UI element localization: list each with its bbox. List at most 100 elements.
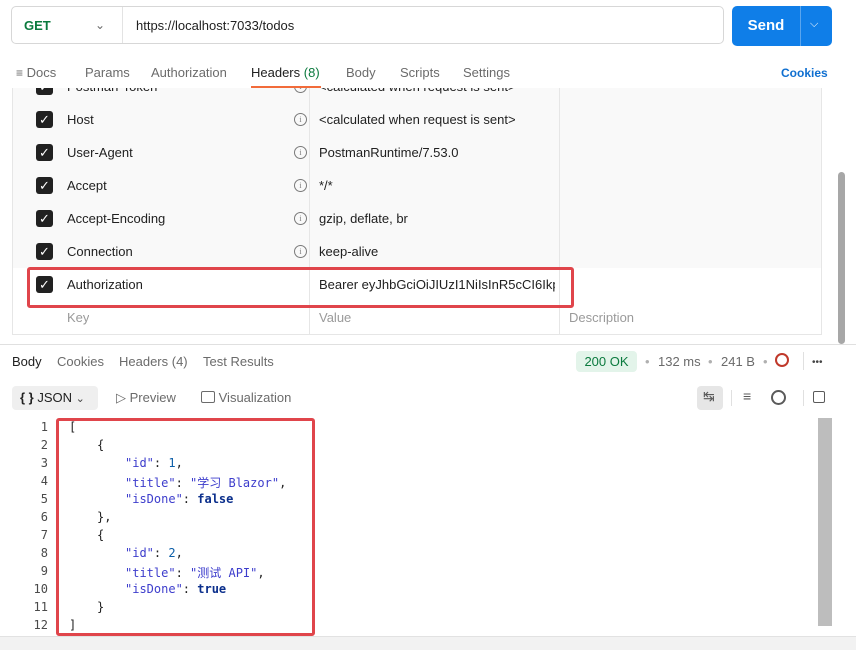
info-icon[interactable]: i (294, 212, 307, 225)
info-icon[interactable]: i (294, 245, 307, 258)
separator-dot: • (708, 354, 713, 369)
line-number: 2 (40, 438, 48, 452)
visualization-label: Visualization (218, 390, 292, 405)
send-button[interactable]: Send ⌵ (732, 6, 832, 46)
braces-icon: { } (20, 390, 34, 405)
send-divider (800, 6, 801, 46)
format-label: JSON (37, 390, 73, 405)
more-options-icon[interactable]: ••• (812, 357, 823, 368)
checkbox[interactable]: ✓ (36, 88, 53, 95)
info-icon[interactable]: i (294, 179, 307, 192)
format-select[interactable]: { } JSON ⌄ (12, 386, 98, 410)
header-key[interactable]: Accept-Encoding (67, 202, 165, 235)
table-row: ✓ User-Agent i PostmanRuntime/7.53.0 (13, 136, 821, 170)
highlight-box (56, 418, 315, 636)
checkbox[interactable]: ✓ (36, 210, 53, 227)
divider (803, 352, 804, 370)
header-value[interactable]: gzip, deflate, br (319, 202, 408, 235)
docs-icon: ≡ (16, 66, 24, 80)
header-key[interactable]: Host (67, 103, 94, 136)
play-icon: ▷ (116, 390, 126, 405)
url-input[interactable]: https://localhost:7033/todos (136, 18, 294, 33)
header-value[interactable]: */* (319, 169, 333, 202)
checkbox[interactable]: ✓ (36, 243, 53, 260)
header-key[interactable]: Accept (67, 169, 107, 202)
tab-authorization[interactable]: Authorization (151, 65, 227, 80)
tab-settings[interactable]: Settings (463, 65, 510, 80)
header-key[interactable]: User-Agent (67, 136, 133, 169)
search-icon[interactable] (771, 390, 786, 405)
description-placeholder[interactable]: Description (569, 301, 634, 334)
tab-response-cookies[interactable]: Cookies (57, 354, 104, 369)
table-row: ✓ Accept-Encoding i gzip, deflate, br (13, 202, 821, 236)
method-label: GET (24, 17, 51, 33)
wrap-icon: ↹ (703, 388, 715, 404)
tab-headers[interactable]: Headers (8) (251, 65, 320, 80)
filter-icon[interactable]: ≡ (743, 388, 751, 404)
globe-icon[interactable] (775, 353, 789, 367)
line-number: 3 (40, 456, 48, 470)
tab-headers-label: Headers (251, 65, 301, 80)
info-icon[interactable]: i (294, 88, 307, 93)
send-label: Send (747, 17, 785, 34)
wrap-lines-button[interactable]: ↹ (697, 386, 723, 410)
chevron-down-icon: ⌄ (95, 18, 106, 32)
scrollbar[interactable] (838, 172, 845, 344)
header-value[interactable]: <calculated when request is sent> (319, 88, 516, 103)
line-number: 8 (40, 546, 48, 560)
request-tabs: ≡ Docs Params Authorization Headers (8) … (0, 60, 856, 88)
visualization-button[interactable]: Visualization (201, 390, 291, 405)
checkbox[interactable]: ✓ (36, 177, 53, 194)
line-number: 9 (40, 564, 48, 578)
chevron-down-icon: ⌄ (75, 393, 85, 405)
method-select[interactable]: GET ⌄ (12, 7, 123, 43)
response-time[interactable]: 132 ms (658, 354, 701, 369)
highlight-box (27, 267, 574, 308)
cookies-link[interactable]: Cookies (781, 66, 828, 80)
tab-scripts[interactable]: Scripts (400, 65, 440, 80)
tab-body[interactable]: Body (346, 65, 376, 80)
checkbox[interactable]: ✓ (36, 111, 53, 128)
separator-dot: • (645, 354, 650, 369)
header-key[interactable]: Postman-Token (67, 88, 157, 103)
line-number: 12 (33, 618, 48, 632)
preview-label: Preview (129, 390, 176, 405)
divider (0, 344, 856, 345)
copy-icon[interactable] (813, 391, 825, 403)
tab-response-headers[interactable]: Headers (4) (119, 354, 188, 369)
header-value[interactable]: keep-alive (319, 235, 378, 268)
line-number: 1 (40, 420, 48, 434)
tab-docs-label: Docs (26, 65, 57, 80)
response-size[interactable]: 241 B (721, 354, 755, 369)
header-value[interactable]: <calculated when request is sent> (319, 103, 516, 136)
status-bar (0, 636, 856, 650)
checkbox[interactable]: ✓ (36, 144, 53, 161)
line-number: 7 (40, 528, 48, 542)
tab-docs[interactable]: ≡ Docs (16, 65, 56, 80)
header-key[interactable]: Connection (67, 235, 133, 268)
tab-test-results[interactable]: Test Results (203, 354, 274, 369)
table-row: ✓ Connection i keep-alive (13, 235, 821, 269)
tab-response-body[interactable]: Body (12, 354, 42, 369)
line-number: 5 (40, 492, 48, 506)
table-row: ✓ Host i <calculated when request is sen… (13, 103, 821, 137)
line-number: 4 (40, 474, 48, 488)
line-number: 6 (40, 510, 48, 524)
table-row: ✓ Postman-Token i <calculated when reque… (13, 88, 821, 104)
chevron-down-icon[interactable]: ⌵ (810, 18, 818, 31)
preview-button[interactable]: ▷ Preview (116, 390, 176, 406)
table-row: ✓ Accept i */* (13, 169, 821, 203)
tab-params[interactable]: Params (85, 65, 130, 80)
divider (803, 390, 804, 406)
divider (731, 390, 732, 406)
info-icon[interactable]: i (294, 113, 307, 126)
header-value[interactable]: PostmanRuntime/7.53.0 (319, 136, 458, 169)
scrollbar[interactable] (818, 418, 832, 626)
line-number: 10 (33, 582, 48, 596)
status-badge[interactable]: 200 OK (576, 351, 637, 372)
tab-headers-count: (8) (303, 65, 320, 80)
line-number: 11 (33, 600, 48, 614)
separator-dot: • (763, 354, 768, 369)
url-bar: GET ⌄ https://localhost:7033/todos (11, 6, 724, 44)
info-icon[interactable]: i (294, 146, 307, 159)
